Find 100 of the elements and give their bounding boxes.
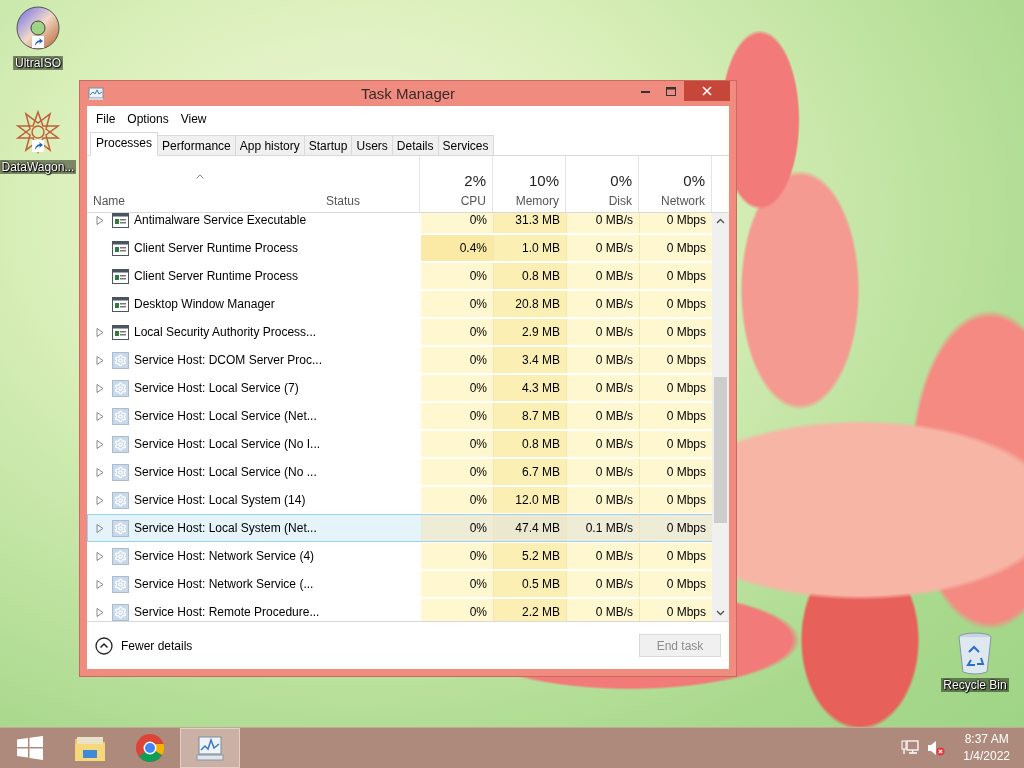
column-header[interactable]: Name (93, 194, 125, 208)
expand-arrow-icon[interactable] (96, 523, 104, 533)
app-window-icon (112, 268, 129, 284)
expand-arrow-icon[interactable] (96, 411, 104, 421)
process-name: Service Host: Network Service (... (134, 577, 314, 591)
process-row[interactable]: Service Host: Network Service (... 0% 0.5 MB 0 MB/s 0 Mbps (87, 570, 712, 598)
monitor-chart-icon (195, 734, 225, 762)
tab[interactable]: Services (437, 135, 494, 155)
process-row[interactable]: Service Host: Local System (14) 0% 12.0 MB 0 MB/s 0 Mbps (87, 486, 712, 514)
desktop-icon-label[interactable]: Recycle Bin (941, 678, 1009, 692)
usage-cell: 0 MB/s (567, 375, 640, 401)
usage-cell: 0.5 MB (494, 571, 567, 597)
process-row[interactable]: Service Host: DCOM Server Proc... 0% 3.4 MB 0 MB/s 0 Mbps (87, 346, 712, 374)
usage-cell: 2.9 MB (494, 319, 567, 345)
menu-item[interactable]: View (174, 112, 213, 126)
usage-cell: 0% (421, 431, 494, 457)
speaker-muted-icon[interactable] (927, 740, 946, 756)
usage-cell: 3.4 MB (494, 347, 567, 373)
tab[interactable]: App history (234, 135, 305, 155)
tab[interactable]: Processes (90, 132, 159, 156)
process-name: Service Host: Local System (Net... (134, 521, 317, 535)
shortcut-arrow-icon (32, 36, 44, 48)
usage-cell: 0 MB/s (567, 459, 640, 485)
app-chart-icon (88, 86, 104, 101)
tab[interactable]: Details (391, 135, 439, 155)
usage-cell: 0 MB/s (567, 431, 640, 457)
taskbar-app-button[interactable] (180, 728, 240, 768)
close-button[interactable] (684, 81, 730, 101)
usage-cell: 0% (421, 319, 494, 345)
usage-cell: 0% (421, 459, 494, 485)
usage-cell: 1.0 MB (494, 235, 567, 261)
process-row[interactable]: Local Security Authority Process... 0% 2.9 MB 0 MB/s 0 Mbps (87, 318, 712, 346)
usage-cell: 0 Mbps (640, 599, 713, 621)
process-name: Client Server Runtime Process (134, 269, 299, 283)
expand-arrow-icon[interactable] (96, 467, 104, 477)
maximize-icon (666, 86, 676, 96)
usage-cell: 0 Mbps (640, 235, 713, 261)
process-row[interactable]: Client Server Runtime Process 0.4% 1.0 MB 0 MB/s 0 Mbps (87, 234, 712, 262)
process-name: Service Host: Local Service (No ... (134, 465, 317, 479)
scrollbar[interactable] (712, 213, 729, 621)
desktop-icon-label[interactable]: DataWagon... (0, 160, 77, 174)
column-header[interactable]: Status (326, 194, 361, 208)
column-header[interactable]: Memory (515, 194, 559, 208)
process-name: Service Host: DCOM Server Proc... (134, 353, 323, 367)
usage-cell: 20.8 MB (494, 291, 567, 317)
process-row[interactable]: Antimalware Service Executable 0% 31.3 MB 0 MB/s 0 Mbps (87, 213, 712, 234)
column-total: 10% (528, 172, 559, 189)
process-row[interactable]: Service Host: Local Service (No ... 0% 6.7 MB 0 MB/s 0 Mbps (87, 458, 712, 486)
usage-cell: 0 Mbps (640, 319, 713, 345)
usage-cell: 0% (421, 213, 494, 233)
minimize-icon (640, 89, 650, 93)
expand-arrow-icon[interactable] (96, 439, 104, 449)
process-row[interactable]: Desktop Window Manager 0% 20.8 MB 0 MB/s 0 Mbps (87, 290, 712, 318)
usage-cell: 31.3 MB (494, 213, 567, 233)
process-name: Desktop Window Manager (134, 297, 275, 311)
usage-cell: 0% (421, 599, 494, 621)
menu-item[interactable]: Options (121, 112, 175, 126)
expand-arrow-icon[interactable] (96, 551, 104, 561)
usage-cell: 0% (421, 403, 494, 429)
usage-cell: 0 Mbps (640, 347, 713, 373)
tab[interactable]: Performance (157, 135, 236, 155)
process-row[interactable]: Service Host: Local Service (7) 0% 4.3 MB 0 MB/s 0 Mbps (87, 374, 712, 402)
desktop-icon-label[interactable]: UltraISO (13, 56, 63, 70)
expand-arrow-icon[interactable] (96, 579, 104, 589)
process-row[interactable]: Client Server Runtime Process 0% 0.8 MB 0 MB/s 0 Mbps (87, 262, 712, 290)
column-header[interactable]: Disk (608, 194, 632, 208)
column-header[interactable]: CPU (460, 194, 486, 208)
column-header[interactable]: Network (661, 194, 705, 208)
gear-icon (112, 379, 129, 397)
usage-cell: 12.0 MB (494, 487, 567, 513)
expand-arrow-icon[interactable] (96, 355, 104, 365)
expand-arrow-icon[interactable] (96, 327, 104, 337)
usage-cell: 0 Mbps (640, 291, 713, 317)
usage-cell: 0 Mbps (640, 403, 713, 429)
scroll-down-icon[interactable] (716, 610, 725, 616)
menu-item[interactable]: File (90, 112, 122, 126)
process-row[interactable]: Service Host: Network Service (4) 0% 5.2 MB 0 MB/s 0 Mbps (87, 542, 712, 570)
tab[interactable]: Startup (303, 135, 353, 155)
usage-cell: 0 MB/s (567, 291, 640, 317)
process-row[interactable]: Service Host: Local Service (Net... 0% 8.7 MB 0 MB/s 0 Mbps (87, 402, 712, 430)
scrollbar-thumb[interactable] (714, 377, 727, 523)
process-row[interactable]: Service Host: Remote Procedure... 0% 2.2 MB 0 MB/s 0 Mbps (87, 598, 712, 621)
expand-arrow-icon[interactable] (96, 215, 104, 225)
column-total: 2% (464, 172, 486, 189)
usage-cell: 0 MB/s (567, 543, 640, 569)
process-row[interactable]: Service Host: Local Service (No I... 0% 0.8 MB 0 MB/s 0 Mbps (87, 430, 712, 458)
fewer-details-button[interactable]: Fewer details (95, 636, 193, 655)
tab[interactable]: Users (351, 135, 393, 155)
expand-arrow-icon[interactable] (96, 495, 104, 505)
scroll-up-icon[interactable] (716, 218, 725, 224)
column-total: 0% (683, 172, 705, 189)
expand-arrow-icon[interactable] (96, 383, 104, 393)
process-name: Service Host: Local Service (Net... (134, 409, 317, 423)
process-name: Service Host: Network Service (4) (134, 549, 315, 563)
app-window-icon (112, 296, 129, 312)
expand-arrow-icon[interactable] (96, 607, 104, 617)
chrome-icon (135, 733, 165, 763)
usage-cell: 0% (421, 515, 494, 541)
process-name: Client Server Runtime Process (134, 241, 299, 255)
process-row[interactable]: Service Host: Local System (Net... 0% 47.4 MB 0.1 MB/s 0 Mbps (87, 514, 712, 542)
